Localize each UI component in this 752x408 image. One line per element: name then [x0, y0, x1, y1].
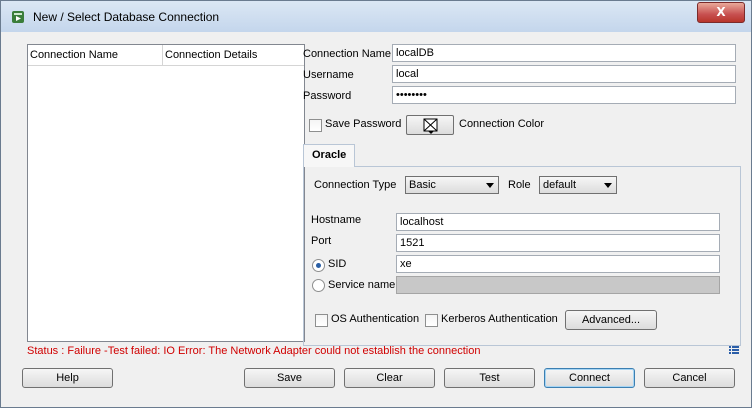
connect-button[interactable]: Connect — [544, 368, 635, 388]
help-button[interactable]: Help — [22, 368, 113, 388]
os-authentication-label: OS Authentication — [331, 313, 420, 325]
sid-radio[interactable] — [312, 259, 325, 272]
port-input[interactable]: 1521 — [396, 234, 720, 252]
connection-type-value: Basic — [409, 179, 436, 191]
status-message: Status : Failure -Test failed: IO Error:… — [27, 345, 481, 357]
hostname-label: Hostname — [311, 214, 362, 226]
role-select[interactable]: default — [539, 176, 617, 194]
column-header-connection-name[interactable]: Connection Name — [30, 49, 118, 61]
clear-button[interactable]: Clear — [344, 368, 435, 388]
column-header-connection-details[interactable]: Connection Details — [165, 49, 257, 61]
connection-type-select[interactable]: Basic — [405, 176, 499, 194]
connection-color-label: Connection Color — [459, 118, 544, 130]
service-name-radio[interactable] — [312, 279, 325, 292]
username-label: Username — [303, 69, 354, 81]
sid-input[interactable]: xe — [396, 255, 720, 273]
password-label: Password — [303, 90, 352, 102]
kerberos-authentication-label: Kerberos Authentication — [441, 313, 558, 325]
dialog-content: Connection Name Connection Details Conne… — [7, 32, 745, 401]
connection-name-input[interactable]: localDB — [392, 44, 736, 62]
tab-oracle-label: Oracle — [312, 149, 347, 161]
save-password-checkbox[interactable] — [309, 119, 322, 132]
password-input[interactable]: •••••••• — [392, 86, 736, 104]
tab-oracle[interactable]: Oracle — [303, 144, 355, 167]
save-password-label: Save Password — [325, 118, 402, 130]
port-label: Port — [311, 235, 332, 247]
role-label: Role — [508, 179, 531, 191]
color-swatch-icon — [423, 118, 438, 134]
title-bar[interactable]: New / Select Database Connection X — [1, 1, 751, 32]
save-button[interactable]: Save — [244, 368, 335, 388]
log-list-icon[interactable] — [729, 346, 739, 354]
window-title: New / Select Database Connection — [33, 10, 220, 24]
cancel-button[interactable]: Cancel — [644, 368, 735, 388]
service-name-label: Service name — [328, 279, 396, 291]
close-icon: X — [716, 5, 726, 19]
connection-color-button[interactable] — [406, 115, 454, 135]
test-button[interactable]: Test — [444, 368, 535, 388]
sid-label: SID — [328, 258, 347, 270]
username-input[interactable]: local — [392, 65, 736, 83]
connection-name-label: Connection Name — [303, 48, 392, 60]
connection-type-label: Connection Type — [314, 179, 397, 191]
os-authentication-checkbox[interactable] — [315, 314, 328, 327]
chevron-down-icon — [486, 183, 494, 188]
column-divider[interactable] — [162, 45, 163, 65]
connection-list[interactable]: Connection Name Connection Details — [27, 44, 305, 342]
advanced-button[interactable]: Advanced... — [565, 310, 657, 330]
close-button[interactable]: X — [697, 2, 745, 23]
chevron-down-icon — [604, 183, 612, 188]
service-name-input — [396, 276, 720, 294]
kerberos-authentication-checkbox[interactable] — [425, 314, 438, 327]
role-value: default — [543, 179, 577, 191]
list-header: Connection Name Connection Details — [28, 45, 304, 66]
dialog-window: New / Select Database Connection X Conne… — [0, 0, 752, 408]
database-connection-icon — [12, 11, 24, 23]
hostname-input[interactable]: localhost — [396, 213, 720, 231]
